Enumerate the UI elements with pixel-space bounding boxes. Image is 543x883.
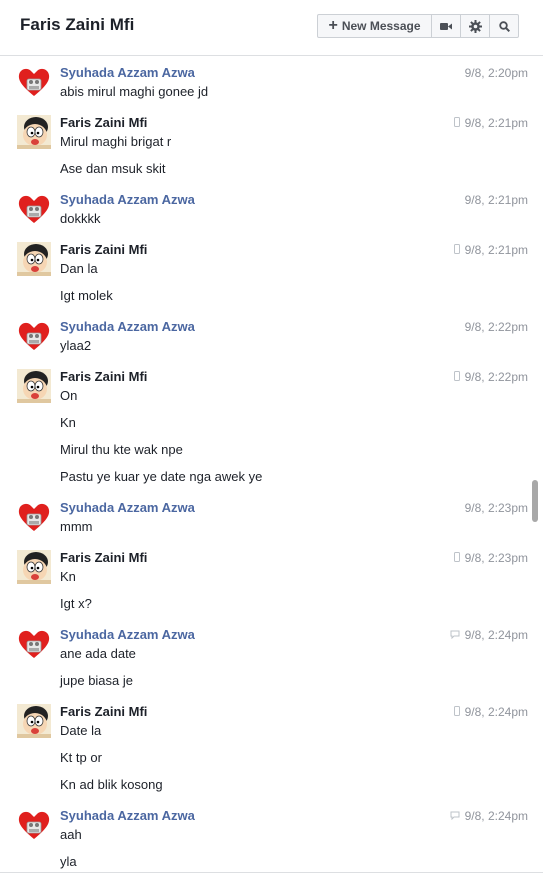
message-text: aah [60,827,82,842]
message-group: Faris Zaini Mfi 9/8, 2:23pm Kn Igt x? [0,550,530,615]
message-text: ane ada date [60,646,136,661]
heart-avatar[interactable] [17,192,51,226]
message-timestamp: 9/8, 2:21pm [465,192,528,208]
message-timestamp: 9/8, 2:24pm [450,808,528,824]
message-group: Faris Zaini Mfi 9/8, 2:21pm Dan la Igt mole… [0,242,530,307]
message-text: Ase dan msuk skit [60,161,166,176]
message-text: Mirul maghi brigat r [60,134,172,149]
timestamp-text: 9/8, 2:22pm [464,320,528,334]
message-group: Syuhada Azzam Azwa 9/8, 2:24pm aah yla [0,808,530,872]
message-timestamp: 9/8, 2:23pm [453,550,528,566]
cartoon-avatar[interactable] [17,242,51,276]
message-group: Syuhada Azzam Azwa 9/8, 2:20pm abis mirul … [0,65,530,103]
sender-name[interactable]: Syuhada Azzam Azwa [60,192,195,208]
message-timestamp: 9/8, 2:20pm [465,65,528,81]
message-text: Kt tp or [60,750,102,765]
timestamp-text: 9/8, 2:24pm [464,628,528,642]
new-message-label: New Message [341,19,421,33]
message-thread[interactable]: Syuhada Azzam Azwa 9/8, 2:20pm abis mirul … [0,57,530,872]
cartoon-avatar[interactable] [17,550,51,584]
message-timestamp: 9/8, 2:21pm [453,115,528,131]
message-text: jupe biasa je [60,673,133,688]
composer-edge [0,872,543,883]
message-group: Syuhada Azzam Azwa 9/8, 2:21pm dokkkk [0,192,530,230]
scrollbar[interactable] [530,57,543,872]
timestamp-text: 9/8, 2:24pm [464,705,528,719]
conversation-title[interactable]: Faris Zaini Mfi [20,15,134,35]
sender-name[interactable]: Syuhada Azzam Azwa [60,808,195,824]
message-group: Syuhada Azzam Azwa 9/8, 2:22pm ylaa2 [0,319,530,357]
timestamp-text: 9/8, 2:21pm [464,243,528,257]
video-call-button[interactable] [431,14,461,38]
mobile-icon [453,242,460,258]
cartoon-avatar[interactable] [17,704,51,738]
message-timestamp: 9/8, 2:23pm [465,500,528,516]
timestamp-text: 9/8, 2:23pm [464,501,528,515]
sender-name[interactable]: Syuhada Azzam Azwa [60,500,195,516]
message-text: abis mirul maghi gonee jd [60,84,209,99]
message-text: Kn [60,415,76,430]
message-text: Kn ad blik kosong [60,777,163,792]
message-text: Mirul thu kte wak npe [60,442,183,457]
conversation-header: Faris Zaini Mfi + New Message [0,0,543,56]
sender-name[interactable]: Faris Zaini Mfi [60,115,147,131]
settings-button[interactable] [460,14,490,38]
message-group: Syuhada Azzam Azwa 9/8, 2:24pm ane ada dat… [0,627,530,692]
heart-avatar[interactable] [17,65,51,99]
search-icon [498,20,510,32]
sender-name[interactable]: Faris Zaini Mfi [60,550,147,566]
new-message-button[interactable]: + New Message [317,14,432,38]
chat-icon [450,627,460,643]
message-text: Dan la [60,261,98,276]
message-text: dokkkk [60,211,101,226]
message-text: Igt molek [60,288,113,303]
message-text: ylaa2 [60,338,92,353]
timestamp-text: 9/8, 2:21pm [464,193,528,207]
message-text: Kn [60,569,76,584]
sender-name[interactable]: Faris Zaini Mfi [60,704,147,720]
message-text: Igt x? [60,596,92,611]
mobile-icon [453,369,460,385]
sender-name[interactable]: Faris Zaini Mfi [60,369,147,385]
message-group: Faris Zaini Mfi 9/8, 2:24pm Date la Kt tp o… [0,704,530,796]
message-text: Date la [60,723,102,738]
message-timestamp: 9/8, 2:21pm [453,242,528,258]
timestamp-text: 9/8, 2:24pm [464,809,528,823]
scrollbar-thumb[interactable] [532,480,538,522]
message-text: mmm [60,519,93,534]
heart-avatar[interactable] [17,319,51,353]
chat-icon [450,808,460,824]
mobile-icon [453,704,460,720]
mobile-icon [453,550,460,566]
heart-avatar[interactable] [17,500,51,534]
message-text: yla [60,854,77,869]
message-timestamp: 9/8, 2:24pm [450,627,528,643]
sender-name[interactable]: Faris Zaini Mfi [60,242,147,258]
message-group: Syuhada Azzam Azwa 9/8, 2:23pm mmm [0,500,530,538]
message-timestamp: 9/8, 2:22pm [465,319,528,335]
timestamp-text: 9/8, 2:21pm [464,116,528,130]
header-toolbar: + New Message [317,14,519,38]
sender-name[interactable]: Syuhada Azzam Azwa [60,627,195,643]
message-text: Pastu ye kuar ye date nga awek ye [60,469,263,484]
heart-avatar[interactable] [17,627,51,661]
message-timestamp: 9/8, 2:24pm [453,704,528,720]
sender-name[interactable]: Syuhada Azzam Azwa [60,65,195,81]
sender-name[interactable]: Syuhada Azzam Azwa [60,319,195,335]
video-call-icon [440,22,452,30]
cartoon-avatar[interactable] [17,369,51,403]
plus-icon: + [328,17,338,34]
message-group: Faris Zaini Mfi 9/8, 2:22pm On Kn Mirul thu … [0,369,530,488]
heart-avatar[interactable] [17,808,51,842]
message-group: Faris Zaini Mfi 9/8, 2:21pm Mirul maghi br… [0,115,530,180]
message-text: On [60,388,78,403]
timestamp-text: 9/8, 2:23pm [464,551,528,565]
search-button[interactable] [489,14,519,38]
timestamp-text: 9/8, 2:20pm [464,66,528,80]
settings-gear-icon [468,19,482,33]
timestamp-text: 9/8, 2:22pm [464,370,528,384]
message-timestamp: 9/8, 2:22pm [453,369,528,385]
mobile-icon [453,115,460,131]
cartoon-avatar[interactable] [17,115,51,149]
